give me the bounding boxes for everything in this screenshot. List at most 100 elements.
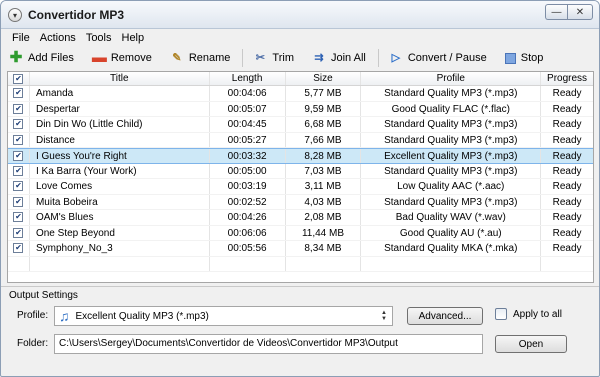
advanced-button[interactable]: Advanced... bbox=[407, 307, 483, 325]
row-length: 00:04:45 bbox=[210, 117, 286, 132]
table-row[interactable]: ✔ Muita Bobeira 00:02:52 4,03 MB Standard Qu… bbox=[8, 194, 593, 210]
trim-button[interactable]: ✂ Trim bbox=[253, 51, 294, 65]
empty-cell bbox=[30, 256, 210, 271]
checkmark-icon: ✔ bbox=[13, 88, 24, 99]
music-note-icon: ♫ bbox=[59, 308, 70, 324]
row-progress: Ready bbox=[552, 181, 582, 192]
row-progress: Ready bbox=[552, 227, 582, 239]
row-checkbox[interactable]: ✔ bbox=[8, 86, 30, 101]
rename-label: Rename bbox=[188, 52, 231, 64]
checkmark-icon: ✔ bbox=[13, 150, 24, 161]
table-row[interactable]: ✔ I Ka Barra (Your Work) 00:05:00 7,03 MB St… bbox=[8, 163, 593, 179]
row-checkbox[interactable]: ✔ bbox=[8, 132, 30, 147]
add-files-label: Add Files bbox=[28, 52, 74, 64]
remove-label: Remove bbox=[110, 52, 152, 64]
row-profile: Standard Quality MP3 (*.mp3) bbox=[361, 194, 542, 209]
main-window: ▾ Convertidor MP3 — ✕ File Actions Tools… bbox=[0, 0, 600, 377]
row-size: 4,03 MB bbox=[286, 194, 362, 209]
file-list[interactable]: ✔ Title Length Size Profile Progress ✔ Am… bbox=[7, 71, 594, 283]
row-progress: Ready bbox=[552, 243, 582, 254]
empty-row bbox=[8, 256, 593, 272]
menu-file[interactable]: File bbox=[7, 30, 35, 46]
empty-cell bbox=[361, 256, 542, 271]
scissors-icon: ✂ bbox=[255, 52, 266, 64]
row-profile: Standard Quality MP3 (*.mp3) bbox=[361, 86, 542, 101]
column-title[interactable]: Title bbox=[30, 72, 210, 85]
table-row[interactable]: ✔ I Guess You're Right 00:03:32 8,28 MB Exce… bbox=[8, 148, 593, 164]
table-row[interactable]: ✔ Amanda 00:04:06 5,77 MB Standard Quality M… bbox=[8, 86, 593, 102]
folder-input[interactable]: C:\Users\Sergey\Documents\Convertidor de… bbox=[54, 334, 483, 354]
empty-cell bbox=[8, 256, 30, 271]
row-length: 00:06:06 bbox=[210, 225, 286, 240]
profile-select[interactable]: ♫ Excellent Quality MP3 (*.mp3) ▲ ▼ bbox=[54, 306, 393, 326]
menu-help[interactable]: Help bbox=[117, 30, 150, 46]
table-row[interactable]: ✔ Despertar 00:05:07 9,59 MB Good Quality FL… bbox=[8, 101, 593, 117]
row-checkbox[interactable]: ✔ bbox=[8, 149, 30, 163]
row-progress: Ready bbox=[552, 196, 582, 208]
spinner-arrows-icon: ▲ ▼ bbox=[381, 310, 387, 322]
select-all-checkbox[interactable]: ✔ bbox=[8, 72, 30, 85]
row-length: 00:05:27 bbox=[210, 132, 286, 147]
join-all-button[interactable]: ⇉ Join All bbox=[312, 51, 365, 65]
add-files-button[interactable]: ✚ Add Files bbox=[9, 50, 74, 65]
window-title: Convertidor MP3 bbox=[28, 8, 125, 22]
apply-to-all-toggle[interactable]: Apply to all bbox=[495, 308, 562, 320]
menu-tools[interactable]: Tools bbox=[81, 30, 117, 46]
apply-to-all-checkbox[interactable] bbox=[495, 308, 507, 320]
checkmark-icon: ✔ bbox=[13, 103, 24, 114]
window-menu-icon[interactable]: ▾ bbox=[8, 8, 22, 22]
folder-label: Folder: bbox=[17, 338, 49, 349]
column-length[interactable]: Length bbox=[210, 72, 286, 85]
convert-pause-label: Convert / Pause bbox=[407, 52, 487, 64]
row-checkbox[interactable]: ✔ bbox=[8, 179, 30, 194]
row-profile: Standard Quality MP3 (*.mp3) bbox=[361, 117, 542, 132]
row-checkbox[interactable]: ✔ bbox=[8, 194, 30, 209]
table-row[interactable]: ✔ Love Comes 00:03:19 3,11 MB Low Quality AA… bbox=[8, 179, 593, 195]
row-profile: Good Quality FLAC (*.flac) bbox=[361, 101, 542, 116]
table-row[interactable]: ✔ Din Din Wo (Little Child) 00:04:45 6,68 M… bbox=[8, 117, 593, 133]
table-row[interactable]: ✔ OAM's Blues 00:04:26 2,08 MB Bad Quality W… bbox=[8, 210, 593, 226]
row-title: Distance bbox=[30, 132, 210, 147]
row-checkbox[interactable]: ✔ bbox=[8, 101, 30, 116]
close-button[interactable]: ✕ bbox=[567, 4, 593, 20]
empty-cell bbox=[210, 256, 286, 271]
row-checkbox[interactable]: ✔ bbox=[8, 210, 30, 225]
table-row[interactable]: ✔ One Step Beyond 00:06:06 11,44 MB Good Qua… bbox=[8, 225, 593, 241]
minimize-button[interactable]: — bbox=[545, 4, 567, 20]
row-progress: Ready bbox=[552, 165, 582, 177]
checkmark-icon: ✔ bbox=[13, 73, 24, 84]
checkmark-icon: ✔ bbox=[13, 243, 24, 254]
row-checkbox[interactable]: ✔ bbox=[8, 163, 30, 178]
column-size[interactable]: Size bbox=[286, 72, 362, 85]
row-size: 7,66 MB bbox=[286, 132, 362, 147]
column-profile[interactable]: Profile bbox=[361, 72, 542, 85]
checkmark-icon: ✔ bbox=[13, 134, 24, 145]
table-row[interactable]: ✔ Distance 00:05:27 7,66 MB Standard Quality… bbox=[8, 132, 593, 148]
row-length: 00:04:26 bbox=[210, 210, 286, 225]
menu-actions[interactable]: Actions bbox=[35, 30, 81, 46]
remove-icon: ▬ bbox=[91, 49, 107, 66]
remove-button[interactable]: ▬ Remove bbox=[91, 49, 152, 66]
checkmark-icon: ✔ bbox=[13, 119, 24, 130]
row-progress: Ready bbox=[552, 134, 582, 146]
row-length: 00:02:52 bbox=[210, 194, 286, 209]
open-button[interactable]: Open bbox=[495, 335, 567, 353]
row-size: 6,68 MB bbox=[286, 117, 362, 132]
output-settings-panel: Output Settings Profile: ♫ Excellent Qua… bbox=[1, 286, 599, 376]
stop-label: Stop bbox=[520, 52, 544, 64]
row-length: 00:05:56 bbox=[210, 241, 286, 256]
stop-button[interactable]: Stop bbox=[504, 52, 544, 64]
convert-pause-button[interactable]: ▷ Convert / Pause bbox=[389, 51, 487, 65]
row-length: 00:05:07 bbox=[210, 101, 286, 116]
table-row[interactable]: ✔ Symphony_No_3 00:05:56 8,34 MB Standard Qu… bbox=[8, 241, 593, 257]
row-checkbox[interactable]: ✔ bbox=[8, 225, 30, 240]
rename-button[interactable]: ✎ Rename bbox=[170, 51, 231, 65]
row-checkbox[interactable]: ✔ bbox=[8, 117, 30, 132]
row-progress: Ready bbox=[552, 119, 582, 130]
checkmark-icon: ✔ bbox=[13, 181, 24, 192]
row-profile: Bad Quality WAV (*.wav) bbox=[361, 210, 542, 225]
row-checkbox[interactable]: ✔ bbox=[8, 241, 30, 256]
column-progress[interactable]: Progress bbox=[541, 72, 593, 85]
row-profile: Standard Quality MP3 (*.mp3) bbox=[361, 163, 542, 178]
row-size: 8,34 MB bbox=[286, 241, 362, 256]
